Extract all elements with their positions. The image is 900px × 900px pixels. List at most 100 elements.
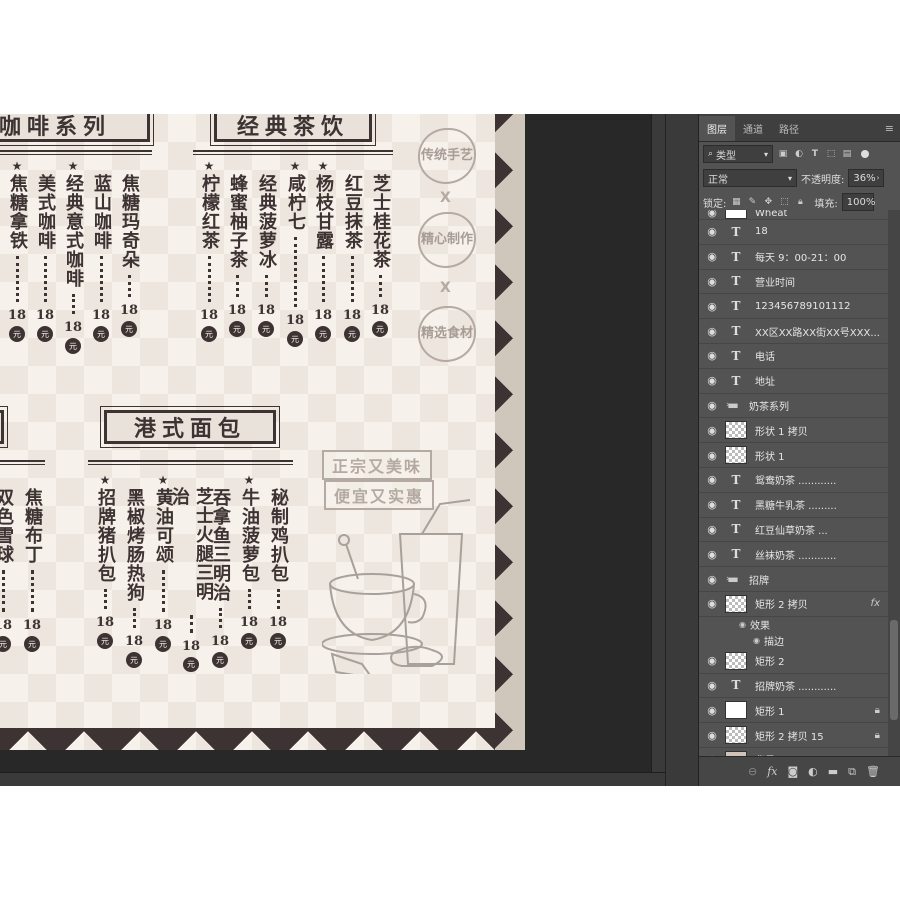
layer-name[interactable]: Wheat: [755, 210, 787, 219]
fx-icon[interactable]: fx: [871, 598, 880, 609]
image-filter-icon[interactable]: ▣: [777, 148, 789, 160]
filter-toggle-icon[interactable]: [861, 150, 869, 158]
link-icon[interactable]: ⊖: [748, 765, 757, 778]
layer-row[interactable]: ◉ T 电话: [699, 344, 888, 369]
eye-icon[interactable]: ◉: [699, 250, 725, 263]
layer-row[interactable]: ◉ 矩形 2 拷贝 15 🔒︎: [699, 723, 888, 748]
lock-artboard-icon[interactable]: ⬚: [778, 196, 790, 208]
lock-brush-icon[interactable]: ✎: [746, 196, 758, 208]
layer-row[interactable]: ◉ T 黑糖牛乳茶 .........: [699, 493, 888, 518]
eye-icon[interactable]: ◉: [699, 300, 725, 313]
blend-mode-select[interactable]: 正常 ▾: [703, 169, 797, 187]
layer-row[interactable]: ◉ T 招牌奶茶 ............: [699, 674, 888, 699]
layer-row[interactable]: ◉ T 地址: [699, 369, 888, 394]
layer-name[interactable]: 形状 1: [755, 448, 785, 463]
lock-transparency-icon[interactable]: ▦: [730, 196, 742, 208]
tab-channels[interactable]: 通道: [735, 116, 771, 141]
eye-icon[interactable]: ◉: [699, 498, 725, 511]
opacity-input[interactable]: 36% ›: [848, 169, 885, 187]
layer-row[interactable]: ◉背景🔒︎: [699, 748, 888, 756]
layer-name[interactable]: 电话: [755, 348, 775, 363]
eye-icon[interactable]: ◉: [699, 210, 725, 219]
new-layer-icon[interactable]: ⧉: [848, 765, 856, 779]
adjustment-filter-icon[interactable]: ◐: [793, 148, 805, 160]
layer-row[interactable]: ◉ T 红豆仙草奶茶 ...: [699, 518, 888, 543]
layer-row[interactable]: ◉ T 营业时间: [699, 270, 888, 295]
fill-input[interactable]: 100%: [841, 193, 875, 211]
layer-row[interactable]: ◉ › ▬ 奶茶系列: [699, 394, 888, 419]
trash-icon[interactable]: 🗑︎: [866, 765, 880, 778]
layer-row[interactable]: ◉ Wheat: [699, 210, 888, 220]
layer-name[interactable]: 矩形 2 拷贝 15: [755, 728, 824, 743]
layer-list-scrollbar[interactable]: [888, 210, 900, 756]
eye-icon[interactable]: ◉: [739, 620, 746, 629]
layer-effect-row[interactable]: ◉ 效果: [699, 617, 888, 633]
eye-icon[interactable]: ◉: [699, 729, 725, 742]
layer-name[interactable]: 招牌: [749, 572, 769, 587]
layer-name[interactable]: 矩形 1: [755, 703, 785, 718]
chevron-right-icon[interactable]: ›: [726, 574, 730, 584]
eye-icon[interactable]: ◉: [699, 349, 725, 362]
layer-name[interactable]: 红豆仙草奶茶 ...: [755, 522, 828, 537]
smart-object-filter-icon[interactable]: ▤: [841, 148, 853, 160]
folder-icon[interactable]: ▬: [828, 765, 838, 778]
layer-name[interactable]: 地址: [755, 373, 775, 388]
eye-icon[interactable]: ◉: [699, 523, 725, 536]
eye-icon[interactable]: ◉: [753, 636, 760, 645]
eye-icon[interactable]: ◉: [699, 473, 725, 486]
eye-icon[interactable]: ◉: [699, 325, 725, 338]
chevron-right-icon[interactable]: ›: [726, 400, 730, 410]
layer-name[interactable]: 营业时间: [755, 274, 795, 289]
mask-icon[interactable]: ◙: [787, 765, 798, 778]
layer-row[interactable]: ◉ T 每天 9：00-21：00: [699, 245, 888, 270]
eye-icon[interactable]: ◉: [699, 399, 725, 412]
fx-icon[interactable]: fx: [767, 765, 777, 778]
vertical-scrollbar[interactable]: [651, 114, 665, 772]
eye-icon[interactable]: ◉: [699, 573, 725, 586]
layer-row[interactable]: ◉ 形状 1: [699, 443, 888, 468]
eye-icon[interactable]: ◉: [699, 449, 725, 462]
eye-icon[interactable]: ◉: [699, 424, 725, 437]
filter-kind-select[interactable]: ⌕ 类型 ▾: [703, 145, 773, 163]
layer-name[interactable]: XX区XX路XX街XX号XXX...: [755, 324, 880, 339]
layer-name[interactable]: 黑糖牛乳茶 .........: [755, 497, 837, 512]
eye-icon[interactable]: ◉: [699, 704, 725, 717]
horizontal-scrollbar[interactable]: [0, 772, 665, 786]
layer-name[interactable]: 形状 1 拷贝: [755, 423, 808, 438]
eye-icon[interactable]: ◉: [699, 275, 725, 288]
eye-icon[interactable]: ◉: [699, 597, 725, 610]
layer-effect-row[interactable]: ◉ 描边: [699, 633, 888, 649]
layer-row[interactable]: ◉ › ▬ 招牌: [699, 567, 888, 592]
layer-name[interactable]: 招牌奶茶 ............: [755, 678, 836, 693]
eye-icon[interactable]: ◉: [699, 225, 725, 238]
layer-name[interactable]: 矩形 2: [755, 653, 785, 668]
layer-row[interactable]: ◉ T 鸳鸯奶茶 ............: [699, 468, 888, 493]
layer-row[interactable]: ◉ 矩形 2 拷贝 fx: [699, 592, 888, 617]
shape-filter-icon[interactable]: ⬚: [825, 148, 837, 160]
layer-row[interactable]: ◉ 矩形 1 🔒︎: [699, 698, 888, 724]
layer-name[interactable]: 每天 9：00-21：00: [755, 249, 846, 264]
panel-menu-icon[interactable]: ≡: [879, 116, 900, 141]
layer-row[interactable]: ◉ 形状 1 拷贝: [699, 418, 888, 444]
tab-paths[interactable]: 路径: [771, 116, 807, 141]
canvas-area[interactable]: 咖啡系列 经典茶饮 港式面包 ★ 焦糖拿铁 18 元美式咖啡 18 元 ★ 经典意式咖啡 18 元…: [0, 114, 665, 786]
eye-icon[interactable]: ◉: [699, 548, 725, 561]
layer-row[interactable]: ◉ 矩形 2: [699, 649, 888, 674]
layer-name[interactable]: 矩形 2 拷贝: [755, 596, 808, 611]
layer-name[interactable]: 丝袜奶茶 ............: [755, 547, 836, 562]
layer-row[interactable]: ◉ T 丝袜奶茶 ............: [699, 542, 888, 568]
layer-name[interactable]: 123456789101112: [755, 301, 850, 312]
eye-icon[interactable]: ◉: [699, 654, 725, 667]
layer-row[interactable]: ◉ T 123456789101112: [699, 294, 888, 320]
text-filter-icon[interactable]: T: [809, 148, 821, 160]
adjustment-icon[interactable]: ◐: [808, 765, 818, 778]
eye-icon[interactable]: ◉: [699, 374, 725, 387]
layer-name[interactable]: 奶茶系列: [749, 398, 789, 413]
layer-row[interactable]: ◉ T XX区XX路XX街XX号XXX...: [699, 319, 888, 344]
layer-name[interactable]: 18: [755, 226, 768, 237]
scrollbar-thumb[interactable]: [890, 620, 898, 720]
lock-all-icon[interactable]: 🔒︎: [794, 196, 806, 208]
layer-row[interactable]: ◉ T 18: [699, 220, 888, 245]
tab-layers[interactable]: 图层: [699, 116, 735, 141]
layer-name[interactable]: 鸳鸯奶茶 ............: [755, 472, 836, 487]
